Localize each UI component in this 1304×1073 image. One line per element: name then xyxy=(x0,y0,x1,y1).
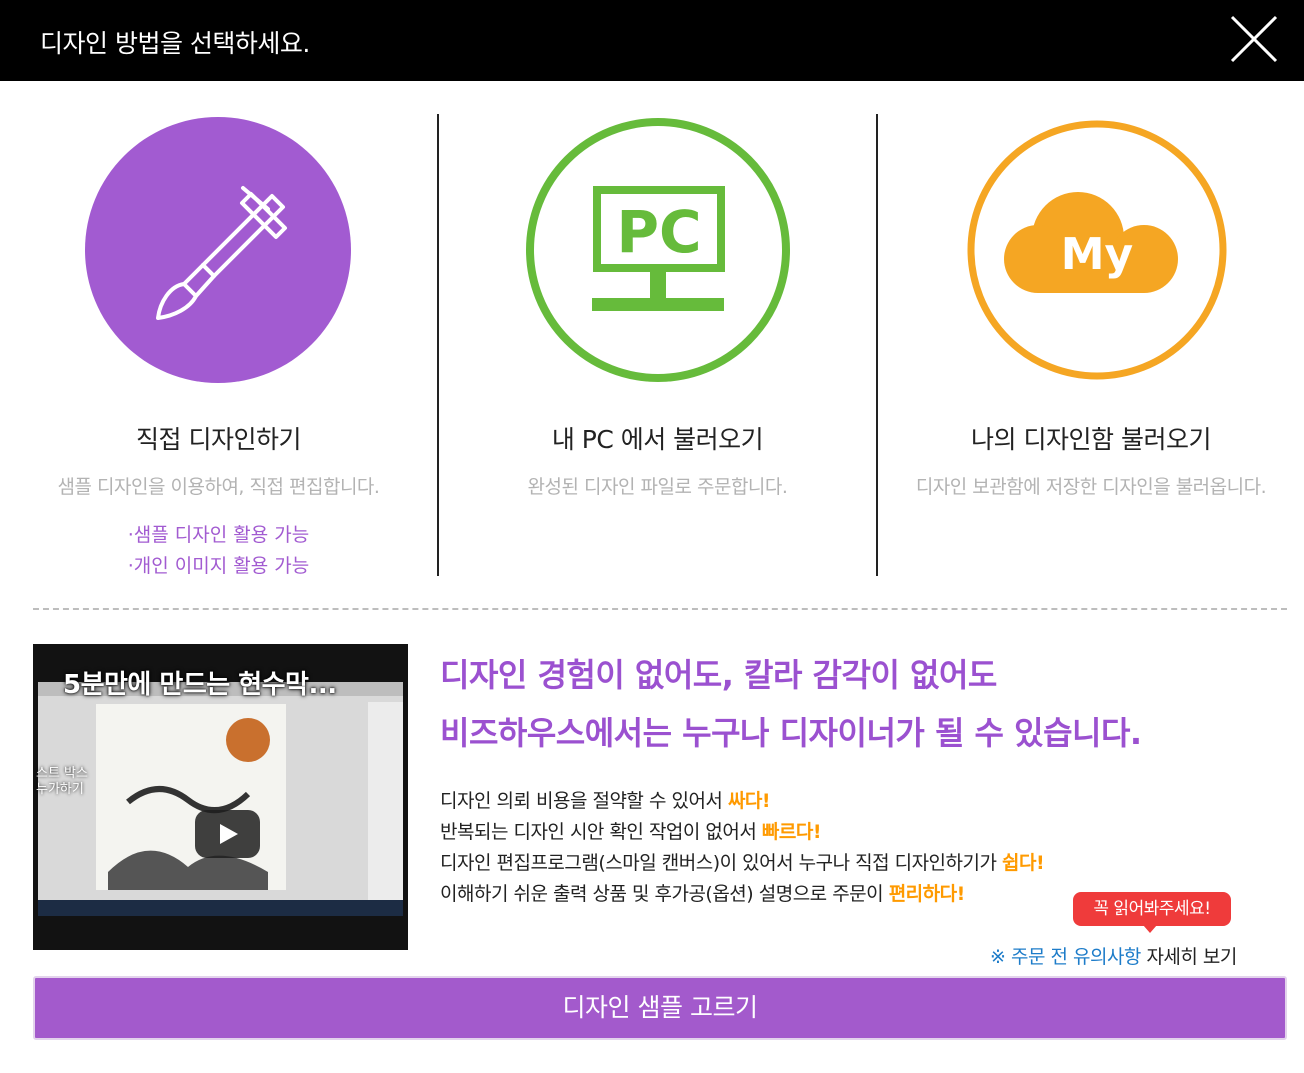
benefit-cheap: 디자인 의뢰 비용을 절약할 수 있어서 싸다! xyxy=(440,786,771,813)
benefit-emphasis: 싸다! xyxy=(727,790,771,812)
video-thumbnail xyxy=(38,682,403,916)
tutorial-video[interactable]: 5분만에 만드는 현수막... 스트 박스 누가하기 xyxy=(33,644,408,950)
option-direct-title: 직접 디자인하기 xyxy=(136,425,301,454)
option-my-design-box[interactable]: My 나의 디자인함 불러오기 디자인 보관함에 저장한 디자인을 불러옵니다. xyxy=(878,114,1304,576)
benefit-text: 반복되는 디자인 시안 확인 작업이 없어서 xyxy=(440,821,762,843)
benefit-text: 디자인 의뢰 비용을 절약할 수 있어서 xyxy=(440,790,728,812)
option-direct-design[interactable]: 직접 디자인하기 샘플 디자인을 이용하여, 직접 편집합니다. ·샘플 디자인… xyxy=(0,114,437,577)
choose-sample-button[interactable]: 디자인 샘플 고르기 xyxy=(33,976,1287,1040)
headline-line-2: 비즈하우스에서는 누구나 디자이너가 될 수 있습니다. xyxy=(440,714,1142,752)
my-icon-label: My xyxy=(1061,229,1133,280)
play-button[interactable] xyxy=(195,810,260,858)
dialog-title: 디자인 방법을 선택하세요. xyxy=(40,29,310,58)
benefit-text: 디자인 편집프로그램(스마일 캔버스)이 있어서 누구나 직접 디자인하기가 xyxy=(440,852,1003,874)
editor-screenshot-image xyxy=(38,682,403,916)
order-notice-link[interactable]: ※ 주문 전 유의사항 자세히 보기 xyxy=(990,942,1237,969)
benefit-emphasis: 쉽다! xyxy=(1002,852,1045,874)
option-my-title: 나의 디자인함 불러오기 xyxy=(971,425,1211,454)
notice-link-prefix: ※ 주문 전 유의사항 xyxy=(990,946,1141,968)
option-pc-desc: 완성된 디자인 파일로 주문합니다. xyxy=(527,476,788,498)
video-title: 5분만에 만드는 현수막... xyxy=(63,670,337,700)
feature-sample-design: ·샘플 디자인 활용 가능 xyxy=(127,524,310,546)
benefit-convenient: 이해하기 쉬운 출력 상품 및 후가공(옵션) 설명으로 주문이 편리하다! xyxy=(440,879,965,906)
option-load-from-pc[interactable]: PC 내 PC 에서 불러오기 완성된 디자인 파일로 주문합니다. xyxy=(439,114,876,576)
option-my-desc: 디자인 보관함에 저장한 디자인을 불러옵니다. xyxy=(915,476,1267,498)
close-icon xyxy=(1230,15,1278,63)
headline-line-1: 디자인 경험이 없어도, 칼라 감각이 없어도 xyxy=(440,656,997,694)
notice-link-suffix: 자세히 보기 xyxy=(1140,946,1237,968)
option-direct-desc: 샘플 디자인을 이용하여, 직접 편집합니다. xyxy=(57,476,380,498)
benefit-emphasis: 빠르다! xyxy=(761,821,822,843)
benefit-text: 이해하기 쉬운 출력 상품 및 후가공(옵션) 설명으로 주문이 xyxy=(440,883,889,905)
benefit-easy: 디자인 편집프로그램(스마일 캔버스)이 있어서 누구나 직접 디자인하기가 쉽… xyxy=(440,848,1045,875)
feature-personal-image: ·개인 이미지 활용 가능 xyxy=(127,555,310,577)
dialog-header: 디자인 방법을 선택하세요. xyxy=(0,0,1304,81)
cloud-icon: My xyxy=(967,120,1227,380)
pc-icon-label: PC xyxy=(616,198,701,266)
benefit-fast: 반복되는 디자인 시안 확인 작업이 없어서 빠르다! xyxy=(440,817,822,844)
design-method-options: 직접 디자인하기 샘플 디자인을 이용하여, 직접 편집합니다. ·샘플 디자인… xyxy=(0,114,1304,577)
option-pc-title: 내 PC 에서 불러오기 xyxy=(551,425,764,454)
notice-badge: 꼭 읽어봐주세요! xyxy=(1073,892,1231,933)
pc-monitor-icon: PC xyxy=(526,118,790,382)
video-side-label: 스트 박스 누가하기 xyxy=(36,766,88,797)
close-button[interactable] xyxy=(1229,14,1279,64)
benefit-emphasis: 편리하다! xyxy=(888,883,966,905)
brush-icon xyxy=(85,117,351,383)
section-divider xyxy=(33,608,1287,610)
